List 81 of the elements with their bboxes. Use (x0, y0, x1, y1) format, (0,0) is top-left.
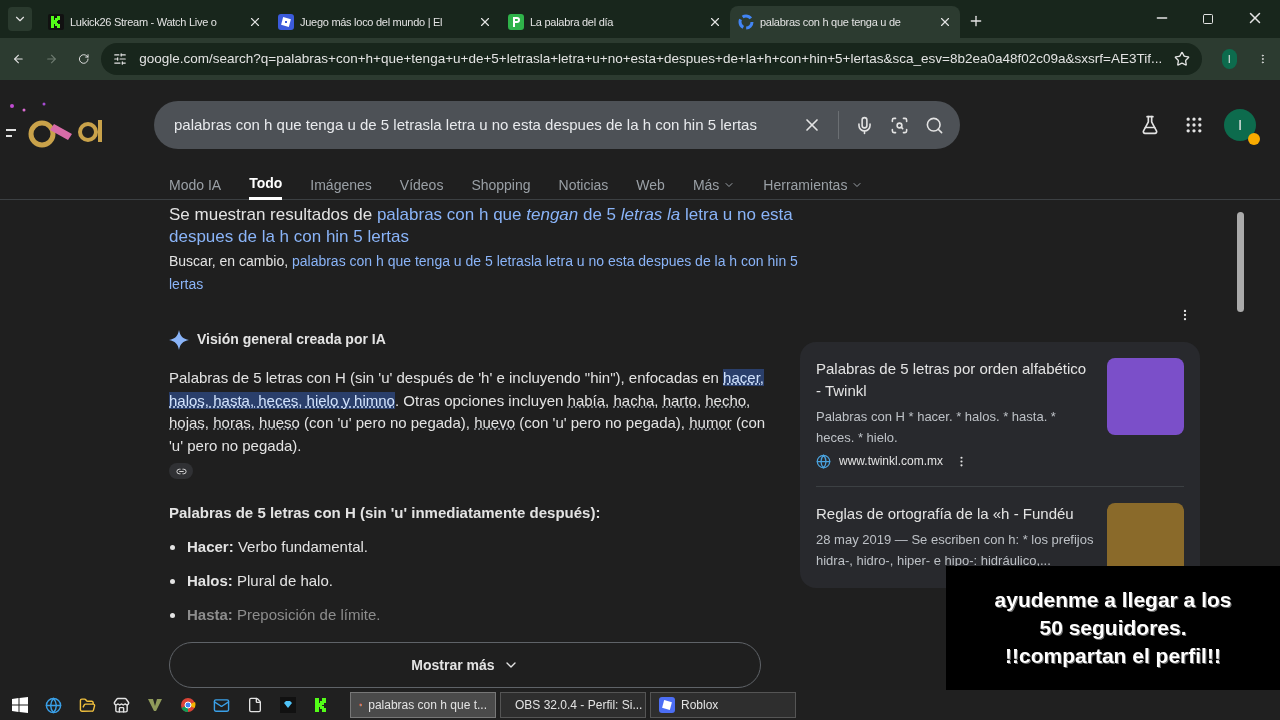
close-icon[interactable] (248, 15, 262, 29)
mail-icon[interactable] (213, 696, 230, 714)
overlay-text: 50 seguidores. (1039, 615, 1187, 641)
source-title[interactable]: Reglas de ortografía de la «h - Fundéu (816, 503, 1095, 525)
scrollbar-thumb[interactable] (1236, 212, 1244, 312)
search-tab[interactable]: Herramientas (763, 170, 864, 200)
search-field[interactable]: palabras con h que tenga u de 5 letrasla letra u no esta despues de la h con hin 5 lertas (154, 101, 960, 149)
diamond-app-icon[interactable] (280, 697, 296, 713)
site-favicon-icon (816, 453, 831, 469)
g-logo-icon (738, 14, 754, 30)
search-instead-notice[interactable]: Buscar, en cambio, palabras con h que tenga u de 5 letrasla letra u no esta despues de la h con hin 5 lertas (169, 250, 800, 296)
microphone-icon[interactable] (855, 115, 874, 135)
correction-notice[interactable]: Se muestran resultados de palabras con h que tengan de 5 letras la letra u no esta despues de la h con hin 5 lertas (169, 204, 800, 248)
bullet-text: Hasta: Preposición de límite. (187, 604, 381, 625)
site-info-icon[interactable] (113, 52, 128, 66)
taskbar-app-label: palabras con h que t... (368, 697, 487, 714)
search-tab[interactable]: Web (636, 170, 665, 200)
tab-title: La palabra del día (530, 14, 615, 30)
browser-tab[interactable]: Juego más loco del mundo | El (270, 6, 500, 38)
address-bar[interactable]: google.com/search?q=palabras+con+h+que+tenga+u+de+5+letrasla+letra+u+no+esta+despues+de+la+h+con+hin+5+lertas&sca_esv=8b2ea0a48f02c09a&sxsrf=AE3Tif... (101, 43, 1203, 75)
tab-title: Juego más loco del mundo | El (300, 14, 444, 30)
tab-search-button[interactable] (8, 7, 32, 31)
letter-tile-icon (508, 14, 524, 30)
search-tab[interactable]: Más (692, 170, 736, 200)
search-tab[interactable]: Imágenes (310, 170, 372, 200)
taskbar-app-label: Roblox (681, 697, 719, 714)
ai-subheading: Palabras de 5 letras con H (sin 'u' inmediatamente después): (169, 502, 602, 523)
reload-icon[interactable] (77, 51, 90, 67)
taskbar-app[interactable]: palabras con h que t... (350, 692, 496, 718)
search-tab[interactable]: Modo IA (169, 170, 222, 200)
folder-icon[interactable] (79, 696, 96, 714)
kick-logo-icon (48, 14, 64, 30)
file-icon[interactable] (247, 697, 263, 713)
browser-tab[interactable]: palabras con h que tenga u de (730, 6, 960, 38)
tab-title: Lukick26 Stream - Watch Live o (70, 14, 218, 30)
store-icon[interactable] (113, 696, 130, 714)
search-tab[interactable]: Shopping (471, 170, 531, 200)
source-snippet: 28 may 2019 — Se escriben con h: * los prefijos hidra-, hidro-, hiper- e hipo-: hidráulico,... (816, 531, 1095, 570)
close-icon[interactable] (708, 15, 722, 29)
apps-grid-icon[interactable] (1184, 115, 1204, 135)
bullet-text: Halos: Plural de halo. (187, 570, 333, 591)
sparkle-icon (169, 329, 189, 350)
restore-icon[interactable] (1202, 13, 1214, 25)
search-icon[interactable] (925, 115, 944, 135)
kick-logo-icon[interactable] (313, 697, 329, 713)
lens-icon[interactable] (890, 115, 909, 135)
search-tab[interactable]: Todo (249, 170, 283, 200)
source-title[interactable]: Palabras de 5 letras por orden alfabético - Twinkl (816, 358, 1095, 402)
bullet-text: Hacer: Verbo fundamental. (187, 536, 368, 557)
ai-overview-heading: Visión general creada por IA (197, 330, 386, 349)
overlay-text: !!compartan el perfil!! (1005, 643, 1221, 669)
bullet-icon (170, 544, 175, 550)
close-icon[interactable] (938, 15, 952, 29)
search-tab[interactable]: Noticias (558, 170, 609, 200)
source-snippet: Palabras con H * hacer. * halos. * hasta. * heces. * hielo. (816, 408, 1057, 447)
warning-badge-icon (1248, 133, 1260, 145)
windows-start-icon[interactable] (12, 697, 28, 713)
new-tab-icon[interactable] (968, 13, 984, 29)
search-tab[interactable]: Vídeos (399, 170, 444, 200)
url-text: google.com/search?q=palabras+con+h+que+tenga+u+de+5+letrasla+letra+u+no+esta+despues+de+la+h+con+hin+5+lertas&sca_esv=8b2ea0a48f02c09a&sxsrf=AE3Tif... (139, 49, 1163, 68)
taskbar-app[interactable]: Roblox (650, 692, 796, 718)
search-input: palabras con h que tenga u de 5 letrasla letra u no esta despues de la h con hin 5 lertas (174, 113, 786, 137)
v-logo-icon[interactable] (147, 697, 163, 713)
bullet-icon (170, 578, 175, 584)
browser-tab[interactable]: La palabra del día (500, 6, 730, 38)
ai-overview-paragraph: Palabras de 5 letras con H (sin 'u' después de 'h' e incluyendo "hin"), enfocadas en hacer, halos, hasta, heces, hielo y himno. Otras opciones incluyen había, hacha, harto, hecho, hojas, horas, hueso (con 'u' pero no pegada), huevo (con 'u' pero no pegada), humor (con 'u' pero no pegada). (169, 368, 767, 456)
taskbar-app[interactable]: OBS 32.0.4 - Perfil: Si... (500, 692, 646, 718)
link-chip[interactable] (169, 463, 193, 480)
bookmark-star-icon[interactable] (1174, 51, 1191, 67)
bullet-icon (170, 612, 175, 618)
taskbar-app-label: OBS 32.0.4 - Perfil: Si... (515, 697, 643, 714)
close-icon[interactable] (478, 15, 492, 29)
overlay-text: ayudenme a llegar a los (994, 587, 1232, 613)
profile-avatar[interactable]: I (1222, 49, 1237, 69)
flask-icon[interactable] (1140, 115, 1160, 135)
source-domain: www.twinkl.com.mx (839, 453, 943, 470)
square-logo-icon (278, 14, 294, 30)
square-logo-icon (659, 697, 675, 713)
browser-tab[interactable]: Lukick26 Stream - Watch Live o (40, 6, 270, 38)
tab-title: palabras con h que tenga u de (760, 14, 902, 30)
edge-browser-icon[interactable] (45, 696, 62, 714)
